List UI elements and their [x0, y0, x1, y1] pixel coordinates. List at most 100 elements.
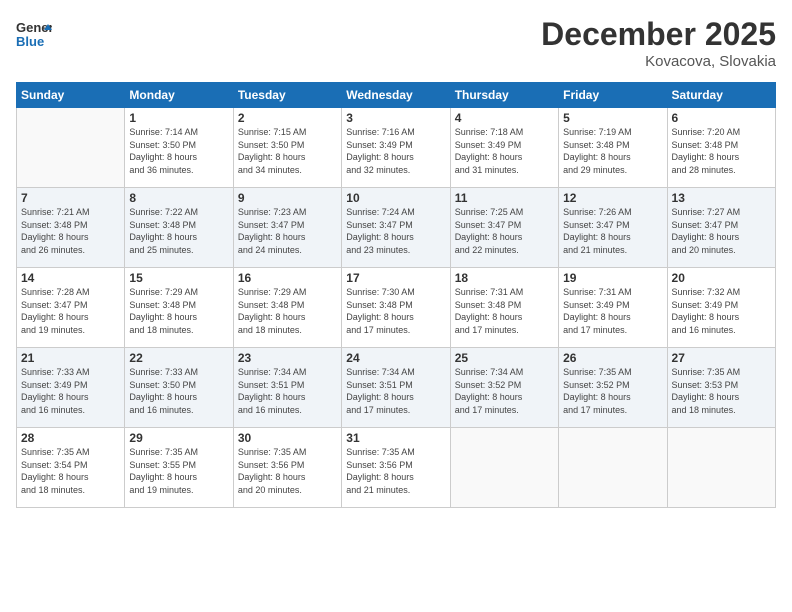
- table-row: 19Sunrise: 7:31 AM Sunset: 3:49 PM Dayli…: [559, 268, 667, 348]
- table-row: 13Sunrise: 7:27 AM Sunset: 3:47 PM Dayli…: [667, 188, 775, 268]
- day-info: Sunrise: 7:22 AM Sunset: 3:48 PM Dayligh…: [129, 206, 228, 256]
- day-number: 20: [672, 271, 771, 285]
- day-number: 19: [563, 271, 662, 285]
- day-info: Sunrise: 7:32 AM Sunset: 3:49 PM Dayligh…: [672, 286, 771, 336]
- day-info: Sunrise: 7:16 AM Sunset: 3:49 PM Dayligh…: [346, 126, 445, 176]
- day-number: 25: [455, 351, 554, 365]
- day-info: Sunrise: 7:28 AM Sunset: 3:47 PM Dayligh…: [21, 286, 120, 336]
- logo-icon: General Blue: [16, 16, 52, 52]
- table-row: [559, 428, 667, 508]
- day-info: Sunrise: 7:35 AM Sunset: 3:55 PM Dayligh…: [129, 446, 228, 496]
- table-row: 28Sunrise: 7:35 AM Sunset: 3:54 PM Dayli…: [17, 428, 125, 508]
- day-info: Sunrise: 7:34 AM Sunset: 3:51 PM Dayligh…: [238, 366, 337, 416]
- day-number: 24: [346, 351, 445, 365]
- day-info: Sunrise: 7:33 AM Sunset: 3:49 PM Dayligh…: [21, 366, 120, 416]
- day-number: 31: [346, 431, 445, 445]
- table-row: 21Sunrise: 7:33 AM Sunset: 3:49 PM Dayli…: [17, 348, 125, 428]
- day-info: Sunrise: 7:19 AM Sunset: 3:48 PM Dayligh…: [563, 126, 662, 176]
- table-row: 26Sunrise: 7:35 AM Sunset: 3:52 PM Dayli…: [559, 348, 667, 428]
- table-row: 17Sunrise: 7:30 AM Sunset: 3:48 PM Dayli…: [342, 268, 450, 348]
- col-thursday: Thursday: [450, 83, 558, 108]
- calendar-week-row: 7Sunrise: 7:21 AM Sunset: 3:48 PM Daylig…: [17, 188, 776, 268]
- table-row: 27Sunrise: 7:35 AM Sunset: 3:53 PM Dayli…: [667, 348, 775, 428]
- day-info: Sunrise: 7:31 AM Sunset: 3:49 PM Dayligh…: [563, 286, 662, 336]
- location: Kovacova, Slovakia: [541, 53, 776, 70]
- svg-text:Blue: Blue: [16, 34, 44, 49]
- table-row: 20Sunrise: 7:32 AM Sunset: 3:49 PM Dayli…: [667, 268, 775, 348]
- header: General Blue December 2025 Kovacova, Slo…: [16, 16, 776, 70]
- day-number: 28: [21, 431, 120, 445]
- day-info: Sunrise: 7:30 AM Sunset: 3:48 PM Dayligh…: [346, 286, 445, 336]
- day-info: Sunrise: 7:14 AM Sunset: 3:50 PM Dayligh…: [129, 126, 228, 176]
- table-row: 14Sunrise: 7:28 AM Sunset: 3:47 PM Dayli…: [17, 268, 125, 348]
- day-number: 18: [455, 271, 554, 285]
- day-info: Sunrise: 7:20 AM Sunset: 3:48 PM Dayligh…: [672, 126, 771, 176]
- day-number: 21: [21, 351, 120, 365]
- table-row: 8Sunrise: 7:22 AM Sunset: 3:48 PM Daylig…: [125, 188, 233, 268]
- day-number: 1: [129, 111, 228, 125]
- day-number: 13: [672, 191, 771, 205]
- day-info: Sunrise: 7:35 AM Sunset: 3:54 PM Dayligh…: [21, 446, 120, 496]
- table-row: 12Sunrise: 7:26 AM Sunset: 3:47 PM Dayli…: [559, 188, 667, 268]
- table-row: 18Sunrise: 7:31 AM Sunset: 3:48 PM Dayli…: [450, 268, 558, 348]
- day-number: 9: [238, 191, 337, 205]
- table-row: 4Sunrise: 7:18 AM Sunset: 3:49 PM Daylig…: [450, 108, 558, 188]
- calendar-week-row: 1Sunrise: 7:14 AM Sunset: 3:50 PM Daylig…: [17, 108, 776, 188]
- day-info: Sunrise: 7:34 AM Sunset: 3:52 PM Dayligh…: [455, 366, 554, 416]
- table-row: 5Sunrise: 7:19 AM Sunset: 3:48 PM Daylig…: [559, 108, 667, 188]
- table-row: 16Sunrise: 7:29 AM Sunset: 3:48 PM Dayli…: [233, 268, 341, 348]
- day-info: Sunrise: 7:33 AM Sunset: 3:50 PM Dayligh…: [129, 366, 228, 416]
- day-number: 6: [672, 111, 771, 125]
- table-row: 22Sunrise: 7:33 AM Sunset: 3:50 PM Dayli…: [125, 348, 233, 428]
- table-row: 7Sunrise: 7:21 AM Sunset: 3:48 PM Daylig…: [17, 188, 125, 268]
- day-info: Sunrise: 7:35 AM Sunset: 3:53 PM Dayligh…: [672, 366, 771, 416]
- table-row: 15Sunrise: 7:29 AM Sunset: 3:48 PM Dayli…: [125, 268, 233, 348]
- calendar-table: Sunday Monday Tuesday Wednesday Thursday…: [16, 82, 776, 508]
- col-sunday: Sunday: [17, 83, 125, 108]
- day-number: 30: [238, 431, 337, 445]
- col-friday: Friday: [559, 83, 667, 108]
- table-row: 23Sunrise: 7:34 AM Sunset: 3:51 PM Dayli…: [233, 348, 341, 428]
- header-row: Sunday Monday Tuesday Wednesday Thursday…: [17, 83, 776, 108]
- table-row: [450, 428, 558, 508]
- day-info: Sunrise: 7:35 AM Sunset: 3:52 PM Dayligh…: [563, 366, 662, 416]
- page: General Blue December 2025 Kovacova, Slo…: [0, 0, 792, 612]
- day-number: 2: [238, 111, 337, 125]
- day-info: Sunrise: 7:26 AM Sunset: 3:47 PM Dayligh…: [563, 206, 662, 256]
- col-tuesday: Tuesday: [233, 83, 341, 108]
- title-block: December 2025 Kovacova, Slovakia: [541, 16, 776, 70]
- day-number: 23: [238, 351, 337, 365]
- day-info: Sunrise: 7:21 AM Sunset: 3:48 PM Dayligh…: [21, 206, 120, 256]
- day-number: 3: [346, 111, 445, 125]
- table-row: [17, 108, 125, 188]
- day-info: Sunrise: 7:35 AM Sunset: 3:56 PM Dayligh…: [346, 446, 445, 496]
- day-info: Sunrise: 7:15 AM Sunset: 3:50 PM Dayligh…: [238, 126, 337, 176]
- day-number: 11: [455, 191, 554, 205]
- table-row: 1Sunrise: 7:14 AM Sunset: 3:50 PM Daylig…: [125, 108, 233, 188]
- day-info: Sunrise: 7:35 AM Sunset: 3:56 PM Dayligh…: [238, 446, 337, 496]
- table-row: 9Sunrise: 7:23 AM Sunset: 3:47 PM Daylig…: [233, 188, 341, 268]
- day-number: 26: [563, 351, 662, 365]
- table-row: [667, 428, 775, 508]
- col-saturday: Saturday: [667, 83, 775, 108]
- day-number: 15: [129, 271, 228, 285]
- day-number: 4: [455, 111, 554, 125]
- table-row: 30Sunrise: 7:35 AM Sunset: 3:56 PM Dayli…: [233, 428, 341, 508]
- day-info: Sunrise: 7:31 AM Sunset: 3:48 PM Dayligh…: [455, 286, 554, 336]
- table-row: 6Sunrise: 7:20 AM Sunset: 3:48 PM Daylig…: [667, 108, 775, 188]
- day-number: 16: [238, 271, 337, 285]
- day-number: 29: [129, 431, 228, 445]
- day-number: 22: [129, 351, 228, 365]
- day-number: 12: [563, 191, 662, 205]
- logo: General Blue: [16, 16, 52, 57]
- day-number: 27: [672, 351, 771, 365]
- table-row: 31Sunrise: 7:35 AM Sunset: 3:56 PM Dayli…: [342, 428, 450, 508]
- day-info: Sunrise: 7:18 AM Sunset: 3:49 PM Dayligh…: [455, 126, 554, 176]
- day-number: 5: [563, 111, 662, 125]
- month-title: December 2025: [541, 16, 776, 53]
- day-info: Sunrise: 7:24 AM Sunset: 3:47 PM Dayligh…: [346, 206, 445, 256]
- table-row: 10Sunrise: 7:24 AM Sunset: 3:47 PM Dayli…: [342, 188, 450, 268]
- day-number: 14: [21, 271, 120, 285]
- table-row: 11Sunrise: 7:25 AM Sunset: 3:47 PM Dayli…: [450, 188, 558, 268]
- table-row: 25Sunrise: 7:34 AM Sunset: 3:52 PM Dayli…: [450, 348, 558, 428]
